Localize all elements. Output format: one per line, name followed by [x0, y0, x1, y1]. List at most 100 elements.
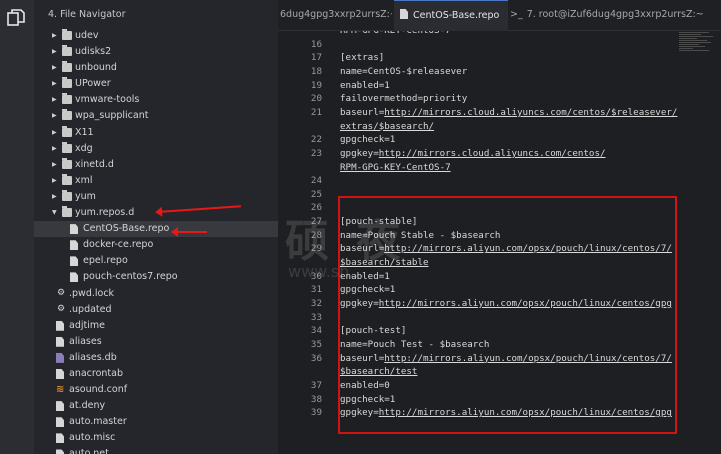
line-text: enabled=1 — [340, 79, 390, 91]
chevron-right-icon[interactable]: ▶ — [52, 92, 60, 108]
tree-item-label: udisks2 — [75, 46, 112, 58]
gear-icon: ⚙ — [56, 303, 66, 314]
chevron-right-icon[interactable]: ▶ — [52, 76, 60, 92]
tree-item-label: xml — [75, 174, 93, 186]
annotation-arrow-file — [171, 227, 207, 237]
line-number: 18 — [310, 65, 322, 77]
chevron-down-icon[interactable]: ▼ — [52, 205, 60, 221]
code-line: 20 failovermethod=priority — [278, 92, 721, 105]
chevron-right-icon[interactable]: ▶ — [52, 157, 60, 173]
tree-item[interactable]: ▶ yum — [34, 189, 278, 205]
line-text: RPM-GPG-KEY-CentOS-7 — [340, 31, 451, 37]
file-icon — [56, 336, 64, 347]
chevron-right-icon[interactable]: ▶ — [52, 108, 60, 124]
tree-item[interactable]: CentOS-Base.repo — [34, 221, 278, 238]
file-navigator-sidebar: 4. File Navigator ▶ udev ▶ udisks2 ▶ unbound ▶… — [34, 0, 278, 454]
tab-bar: 6dug4gpg3xxrp2urrsZ:~ CentOS-Base.repo× … — [278, 0, 721, 31]
tab-terminal-6[interactable]: 6dug4gpg3xxrp2urrsZ:~ — [278, 0, 392, 30]
tree-item[interactable]: ▶ vmware-tools — [34, 92, 278, 108]
chevron-right-icon[interactable]: ▶ — [52, 44, 60, 60]
close-icon[interactable]: × — [507, 10, 508, 21]
sidebar-title: 4. File Navigator — [48, 9, 126, 20]
tree-item[interactable]: ▶ xinetd.d — [34, 157, 278, 173]
watermark: 硕 夜 — [285, 216, 407, 267]
tree-item[interactable]: ▶ udisks2 — [34, 44, 278, 60]
tree-item-label: auto.misc — [69, 432, 116, 444]
watermark-url: www.sh... — [288, 262, 365, 281]
tab-centos-base-repo[interactable]: CentOS-Base.repo × — [394, 0, 508, 31]
code-line: 17 [extras] — [278, 51, 721, 64]
code-line: 18 name=CentOS-$releasever — [278, 65, 721, 78]
tree-item[interactable]: auto.misc — [34, 430, 278, 446]
tree-item[interactable]: ▶ wpa_supplicant — [34, 108, 278, 124]
chevron-right-icon[interactable]: ▶ — [52, 173, 60, 189]
code-line: 21 baseurl=http://mirrors.cloud.aliyuncs.… — [278, 106, 721, 119]
line-number: 39 — [310, 407, 322, 419]
tree-item[interactable]: epel.repo — [34, 253, 278, 269]
tab-terminal-7[interactable]: >_ 7. root@iZuf6dug4gpg3xxrp2urrsZ:~ — [510, 0, 721, 30]
file-icon — [56, 433, 64, 444]
file-icon — [70, 240, 78, 251]
tree-item[interactable]: pouch-centos7.repo — [34, 269, 278, 285]
tree-item[interactable]: aliases — [34, 334, 278, 350]
folder-icon — [62, 206, 72, 218]
chevron-right-icon[interactable]: ▶ — [52, 141, 60, 157]
tree-item-label: adjtime — [69, 319, 105, 331]
tree-item-label: udev — [75, 30, 99, 41]
tree-item[interactable]: aliases.db — [34, 350, 278, 366]
line-text: gpgcheck=1 — [340, 134, 396, 146]
tree-item[interactable]: ▶ unbound — [34, 60, 278, 76]
tree-item[interactable]: ▶ udev — [34, 28, 278, 44]
tree-item-label: anacrontab — [69, 367, 123, 379]
tab-label: 7. root@iZuf6dug4gpg3xxrp2urrsZ:~ — [526, 9, 704, 20]
file-icon — [56, 368, 64, 379]
tree-item[interactable]: anacrontab — [34, 366, 278, 382]
tree-item[interactable]: ⚙ .updated — [34, 302, 278, 318]
activity-bar — [0, 0, 34, 454]
tree-item-label: auto.master — [69, 416, 127, 428]
tree-item-label: aliases — [69, 335, 102, 347]
tree-item[interactable]: adjtime — [34, 318, 278, 334]
line-number: 17 — [310, 52, 322, 64]
tree-item-label: docker-ce.repo — [83, 239, 154, 251]
files-icon[interactable] — [6, 8, 26, 28]
line-text: failovermethod=priority — [340, 93, 468, 105]
tree-item[interactable]: at.deny — [34, 398, 278, 414]
chevron-right-icon[interactable]: ▶ — [52, 28, 60, 44]
file-tree: ▶ udev ▶ udisks2 ▶ unbound ▶ UPower ▶ vmware-tool… — [34, 28, 278, 454]
tree-item-label: wpa_supplicant — [75, 110, 149, 122]
url-link[interactable]: RPM-GPG-KEY-CentOS-7 — [340, 162, 451, 173]
tree-item-label: .updated — [69, 303, 112, 315]
tree-item[interactable]: ▶ UPower — [34, 76, 278, 92]
chevron-right-icon[interactable]: ▶ — [52, 189, 60, 205]
tree-item-label: at.deny — [69, 400, 106, 412]
tree-item[interactable]: ▶ xml — [34, 173, 278, 189]
file-icon — [70, 224, 78, 235]
code-line: 24 — [278, 174, 721, 187]
tree-item[interactable]: docker-ce.repo — [34, 237, 278, 253]
url-link[interactable]: extras/$basearch/ — [340, 121, 434, 132]
minimap[interactable] — [679, 31, 719, 71]
gear-icon: ⚙ — [56, 287, 66, 298]
line-number: 19 — [310, 79, 322, 91]
tree-item[interactable]: ⚙ .pwd.lock — [34, 286, 278, 302]
tree-item[interactable]: auto.net — [34, 446, 278, 454]
chevron-right-icon[interactable]: ▶ — [52, 60, 60, 76]
line-text: name=CentOS-$releasever — [340, 65, 468, 77]
folder-icon — [62, 45, 72, 57]
tree-item[interactable]: auto.master — [34, 414, 278, 430]
line-number: 20 — [310, 93, 322, 105]
line-number: 33 — [310, 311, 322, 323]
line-number: 24 — [310, 175, 322, 187]
folder-icon — [62, 93, 72, 105]
tree-item[interactable]: ▶ xdg — [34, 141, 278, 157]
url-link[interactable]: http://mirrors.cloud.aliyuncs.com/centos… — [384, 107, 677, 118]
url-link[interactable]: http://mirrors.cloud.aliyuncs.com/centos… — [379, 148, 606, 159]
tree-item-label: xdg — [75, 142, 93, 154]
file-icon — [56, 401, 64, 412]
tree-item[interactable]: ≋ asound.conf — [34, 382, 278, 398]
tree-item[interactable]: ▶ X11 — [34, 125, 278, 141]
chevron-right-icon[interactable]: ▶ — [52, 125, 60, 141]
file-icon — [400, 9, 408, 19]
tree-item-label: unbound — [75, 62, 117, 74]
